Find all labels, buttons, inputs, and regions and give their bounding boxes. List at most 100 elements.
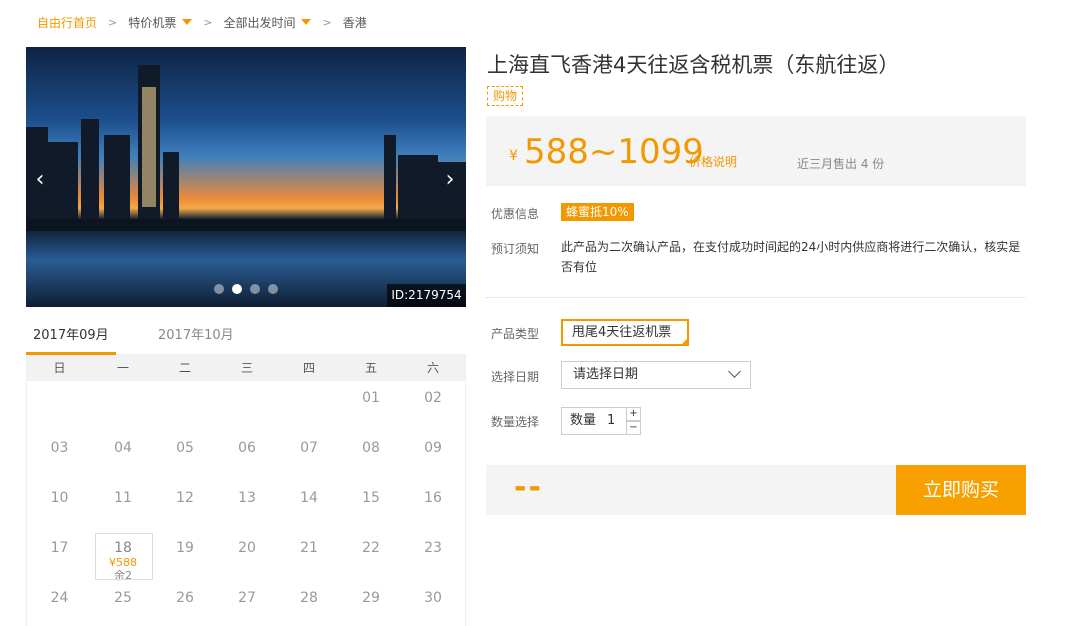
calendar-day[interactable]: 06 [216,431,278,481]
page-title: 上海直飞香港4天往返含税机票（东航往返） [487,53,900,77]
calendar-day-number: 27 [238,590,256,606]
calendar-day-number: 12 [176,490,194,506]
calendar-day-number: 22 [362,540,380,556]
caret-down-icon [182,19,193,25]
quantity-plus-button[interactable]: + [626,407,641,421]
skyline-building [163,152,179,227]
calendar-day[interactable]: 07 [278,431,340,481]
calendar-day[interactable]: 25 [92,581,154,626]
calendar-day[interactable]: 02 [402,381,464,431]
calendar-day[interactable]: 21 [278,531,340,581]
chevron-left-icon[interactable]: ‹ [30,167,50,193]
calendar-day[interactable]: 09 [402,431,464,481]
breadcrumb-category[interactable]: 特价机票 [128,14,193,31]
sold-count: 近三月售出 4 份 [797,157,885,171]
price-range: 588~1099 [524,132,704,172]
calendar-week: 17 18 ¥588 余2 19 20 21 22 23 [27,531,465,582]
calendar-day[interactable]: 10 [27,481,92,531]
calendar-day[interactable]: 22 [340,531,402,581]
skyline-building [398,155,438,227]
calendar-day-number: 25 [114,590,132,606]
calendar-day-number: 21 [300,540,318,556]
calendar-day[interactable]: 01 [340,381,402,431]
calendar-day-number: 19 [176,540,194,556]
currency-symbol: ¥ [509,148,518,164]
calendar-day[interactable]: 03 [27,431,92,481]
calendar-day-number: 17 [50,540,69,556]
calendar-day[interactable]: 14 [278,481,340,531]
quantity-minus-button[interactable]: − [626,421,641,435]
calendar-day-number: 07 [300,440,318,456]
carousel-dot-active[interactable] [232,284,242,294]
calendar-day-number: 15 [362,490,380,506]
carousel-dot[interactable] [268,284,278,294]
calendar-tabs: 2017年09月 2017年10月 [26,321,466,355]
product-type-option[interactable]: 甩尾4天往返机票 [561,319,689,346]
weekday-label: 二 [178,361,191,375]
calendar-day-number: 03 [50,440,69,456]
calendar-day[interactable]: 27 [216,581,278,626]
calendar-day[interactable]: 11 [92,481,154,531]
notice-label: 预订须知 [491,242,540,256]
caret-down-icon [301,19,312,25]
weekday-label: 一 [116,361,129,375]
tab-month-0[interactable]: 2017年09月 [26,321,116,355]
calendar-week: 10 11 12 13 14 15 16 [27,481,465,531]
day-highlight-box [95,533,153,580]
weekday-label: 日 [53,361,66,375]
skyline-building [81,119,99,227]
breadcrumb-departure[interactable]: 全部出发时间 [223,14,312,31]
calendar: 日 一 二 三 四 五 六 01 02 03 04 05 06 07 08 09 10 11 12 13… [26,355,466,626]
calendar-day[interactable]: 19 [154,531,216,581]
calendar-day[interactable]: 12 [154,481,216,531]
quantity-value: 1 [607,413,616,428]
calendar-day-number: 24 [50,590,69,606]
chevron-right-icon: > [322,15,332,29]
calendar-empty [27,381,92,431]
calendar-day[interactable]: 05 [154,431,216,481]
buy-now-button[interactable]: 立即购买 [896,465,1026,515]
price-note-link[interactable]: 价格说明 [689,153,737,170]
calendar-day-number: 11 [114,490,132,506]
hero-carousel[interactable]: ‹ › ID:2179754 [26,47,466,307]
calendar-day[interactable]: 04 [92,431,154,481]
calendar-day-available[interactable]: 18 ¥588 余2 [92,531,154,582]
calendar-day-number: 13 [238,490,256,506]
buy-bar: -- 立即购买 [486,465,1026,515]
calendar-day[interactable]: 08 [340,431,402,481]
tab-month-1[interactable]: 2017年10月 [151,321,241,355]
promo-label: 优惠信息 [491,207,540,221]
calendar-empty [278,381,340,431]
calendar-day-number: 06 [238,440,256,456]
calendar-day[interactable]: 17 [27,531,92,581]
product-page: 自由行首页 > 特价机票 > 全部出发时间 > 香港 ‹ › ID:217975… [0,0,1077,626]
calendar-day[interactable]: 16 [402,481,464,531]
notice-text: 此产品为二次确认产品，在支付成功时间起的24小时内供应商将进行二次确认，核实是否… [561,240,1021,274]
calendar-day[interactable]: 28 [278,581,340,626]
calendar-day-number: 28 [300,590,318,606]
carousel-dot[interactable] [214,284,224,294]
calendar-week: 01 02 [27,381,465,431]
breadcrumb-home[interactable]: 自由行首页 [37,14,97,31]
breadcrumb: 自由行首页 > 特价机票 > 全部出发时间 > 香港 [37,13,367,31]
calendar-day[interactable]: 26 [154,581,216,626]
calendar-day[interactable]: 24 [27,581,92,626]
calendar-day[interactable]: 29 [340,581,402,626]
calendar-day[interactable]: 20 [216,531,278,581]
calendar-day[interactable]: 30 [402,581,464,626]
skyline-building [48,142,78,227]
carousel-dot[interactable] [250,284,260,294]
tower-lights [142,87,156,207]
calendar-day[interactable]: 15 [340,481,402,531]
quantity-field[interactable]: 数量 1 [561,407,627,435]
calendar-day[interactable]: 13 [216,481,278,531]
calendar-body: 01 02 03 04 05 06 07 08 09 10 11 12 13 14 15 16 17 18 ¥588… [27,381,465,626]
calendar-day-number: 04 [114,440,132,456]
calendar-day[interactable]: 23 [402,531,464,581]
calendar-empty [154,381,216,431]
calendar-day-number: 16 [424,490,442,506]
calendar-day-number: 01 [362,390,380,406]
breadcrumb-destination: 香港 [342,15,367,30]
date-select[interactable]: 请选择日期 [561,361,751,389]
chevron-right-icon[interactable]: › [440,167,460,193]
